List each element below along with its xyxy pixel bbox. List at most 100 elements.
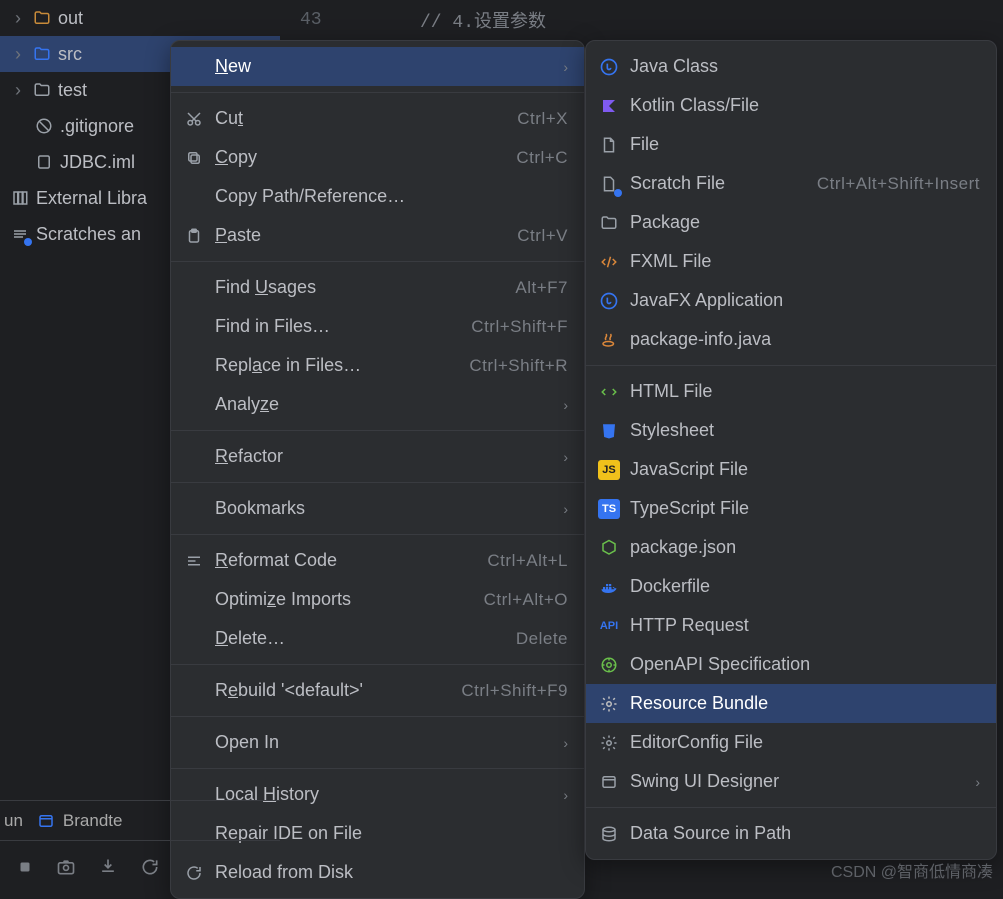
menu-replace-in-files[interactable]: Replace in Files… Ctrl+Shift+R (171, 346, 584, 385)
chevron-right-icon: › (10, 80, 26, 101)
context-menu: New › Cut Ctrl+X Copy Ctrl+C Copy Path/R… (170, 40, 585, 899)
separator (586, 365, 996, 366)
shortcut: Ctrl+X (517, 109, 568, 129)
node-icon (598, 537, 620, 559)
submenu-http-request[interactable]: API HTTP Request (586, 606, 996, 645)
library-icon (10, 188, 30, 208)
shortcut: Ctrl+Shift+F (471, 317, 568, 337)
menu-paste[interactable]: Paste Ctrl+V (171, 216, 584, 255)
menu-reformat-code[interactable]: Reformat Code Ctrl+Alt+L (171, 541, 584, 580)
submenu-html[interactable]: HTML File (586, 372, 996, 411)
separator (171, 716, 584, 717)
menu-rebuild[interactable]: Rebuild '<default>' Ctrl+Shift+F9 (171, 671, 584, 710)
tree-label: JDBC.iml (60, 152, 135, 173)
tree-item-out[interactable]: › out (0, 0, 280, 36)
menu-new[interactable]: New › (171, 47, 584, 86)
shortcut: Ctrl+C (516, 148, 568, 168)
shortcut: Ctrl+Shift+R (469, 356, 568, 376)
new-submenu: Java Class Kotlin Class/File File Scratc… (585, 40, 997, 860)
window-icon (598, 771, 620, 793)
tree-label: External Libra (36, 188, 147, 209)
import-icon[interactable] (98, 857, 118, 877)
shortcut: Ctrl+V (517, 226, 568, 246)
separator (171, 768, 584, 769)
menu-refactor[interactable]: Refactor › (171, 437, 584, 476)
separator (171, 261, 584, 262)
chevron-right-icon: › (563, 501, 568, 517)
submenu-package[interactable]: Package (586, 203, 996, 242)
menu-cut[interactable]: Cut Ctrl+X (171, 99, 584, 138)
api-icon: API (598, 615, 620, 637)
chevron-right-icon: › (975, 774, 980, 790)
menu-open-in[interactable]: Open In › (171, 723, 584, 762)
chevron-right-icon: › (10, 8, 26, 29)
menu-copy-path[interactable]: Copy Path/Reference… (171, 177, 584, 216)
submenu-resource-bundle[interactable]: Resource Bundle (586, 684, 996, 723)
ts-icon: TS (598, 499, 620, 519)
camera-icon[interactable] (56, 857, 76, 877)
chevron-right-icon: › (563, 787, 568, 803)
menu-analyze[interactable]: Analyze › (171, 385, 584, 424)
copy-icon (183, 147, 205, 169)
submenu-dockerfile[interactable]: Dockerfile (586, 567, 996, 606)
menu-optimize-imports[interactable]: Optimize Imports Ctrl+Alt+O (171, 580, 584, 619)
separator (171, 482, 584, 483)
folder-icon (32, 8, 52, 28)
menu-find-in-files[interactable]: Find in Files… Ctrl+Shift+F (171, 307, 584, 346)
separator (171, 430, 584, 431)
separator (586, 807, 996, 808)
ignore-icon (34, 116, 54, 136)
tab-brand[interactable]: Brandte (37, 811, 123, 831)
java-file-icon (598, 329, 620, 351)
tree-label: src (58, 44, 82, 65)
html-icon (598, 381, 620, 403)
submenu-javafx[interactable]: JavaFX Application (586, 281, 996, 320)
shortcut: Delete (516, 629, 568, 649)
shortcut: Ctrl+Alt+O (484, 590, 568, 610)
submenu-swing[interactable]: Swing UI Designer › (586, 762, 996, 801)
java-class-icon (598, 290, 620, 312)
scratch-file-icon (598, 173, 620, 195)
tree-label: out (58, 8, 83, 29)
submenu-editorconfig[interactable]: EditorConfig File (586, 723, 996, 762)
menu-copy[interactable]: Copy Ctrl+C (171, 138, 584, 177)
fxml-icon (598, 251, 620, 273)
submenu-java-class[interactable]: Java Class (586, 47, 996, 86)
editor-line: 43 // 4.设置参数 (290, 0, 1003, 40)
submenu-package-info[interactable]: package-info.java (586, 320, 996, 359)
menu-delete[interactable]: Delete… Delete (171, 619, 584, 658)
chevron-right-icon: › (563, 59, 568, 75)
submenu-file[interactable]: File (586, 125, 996, 164)
database-icon (598, 823, 620, 845)
menu-find-usages[interactable]: Find Usages Alt+F7 (171, 268, 584, 307)
shortcut: Ctrl+Shift+F9 (461, 681, 568, 701)
gear-icon (598, 693, 620, 715)
bottom-toolbar (0, 840, 280, 892)
css-icon (598, 420, 620, 442)
submenu-package-json[interactable]: package.json (586, 528, 996, 567)
submenu-openapi[interactable]: OpenAPI Specification (586, 645, 996, 684)
scratches-icon (10, 224, 30, 244)
menu-bookmarks[interactable]: Bookmarks › (171, 489, 584, 528)
reformat-icon (183, 550, 205, 572)
submenu-kotlin[interactable]: Kotlin Class/File (586, 86, 996, 125)
blank-icon (183, 56, 205, 78)
submenu-stylesheet[interactable]: Stylesheet (586, 411, 996, 450)
submenu-ts-file[interactable]: TS TypeScript File (586, 489, 996, 528)
submenu-fxml[interactable]: FXML File (586, 242, 996, 281)
watermark: CSDN @智商低情商凑 (831, 858, 993, 882)
tree-label: test (58, 80, 87, 101)
gear-icon (598, 732, 620, 754)
submenu-js-file[interactable]: JS JavaScript File (586, 450, 996, 489)
java-class-icon (598, 56, 620, 78)
refresh-icon[interactable] (140, 857, 160, 877)
stop-icon[interactable] (16, 858, 34, 876)
separator (171, 534, 584, 535)
kotlin-icon (598, 95, 620, 117)
submenu-scratch-file[interactable]: Scratch File Ctrl+Alt+Shift+Insert (586, 164, 996, 203)
clipboard-icon (183, 225, 205, 247)
chevron-right-icon: › (563, 449, 568, 465)
submenu-data-source[interactable]: Data Source in Path (586, 814, 996, 853)
tab-run[interactable]: un (4, 811, 23, 831)
docker-icon (598, 576, 620, 598)
